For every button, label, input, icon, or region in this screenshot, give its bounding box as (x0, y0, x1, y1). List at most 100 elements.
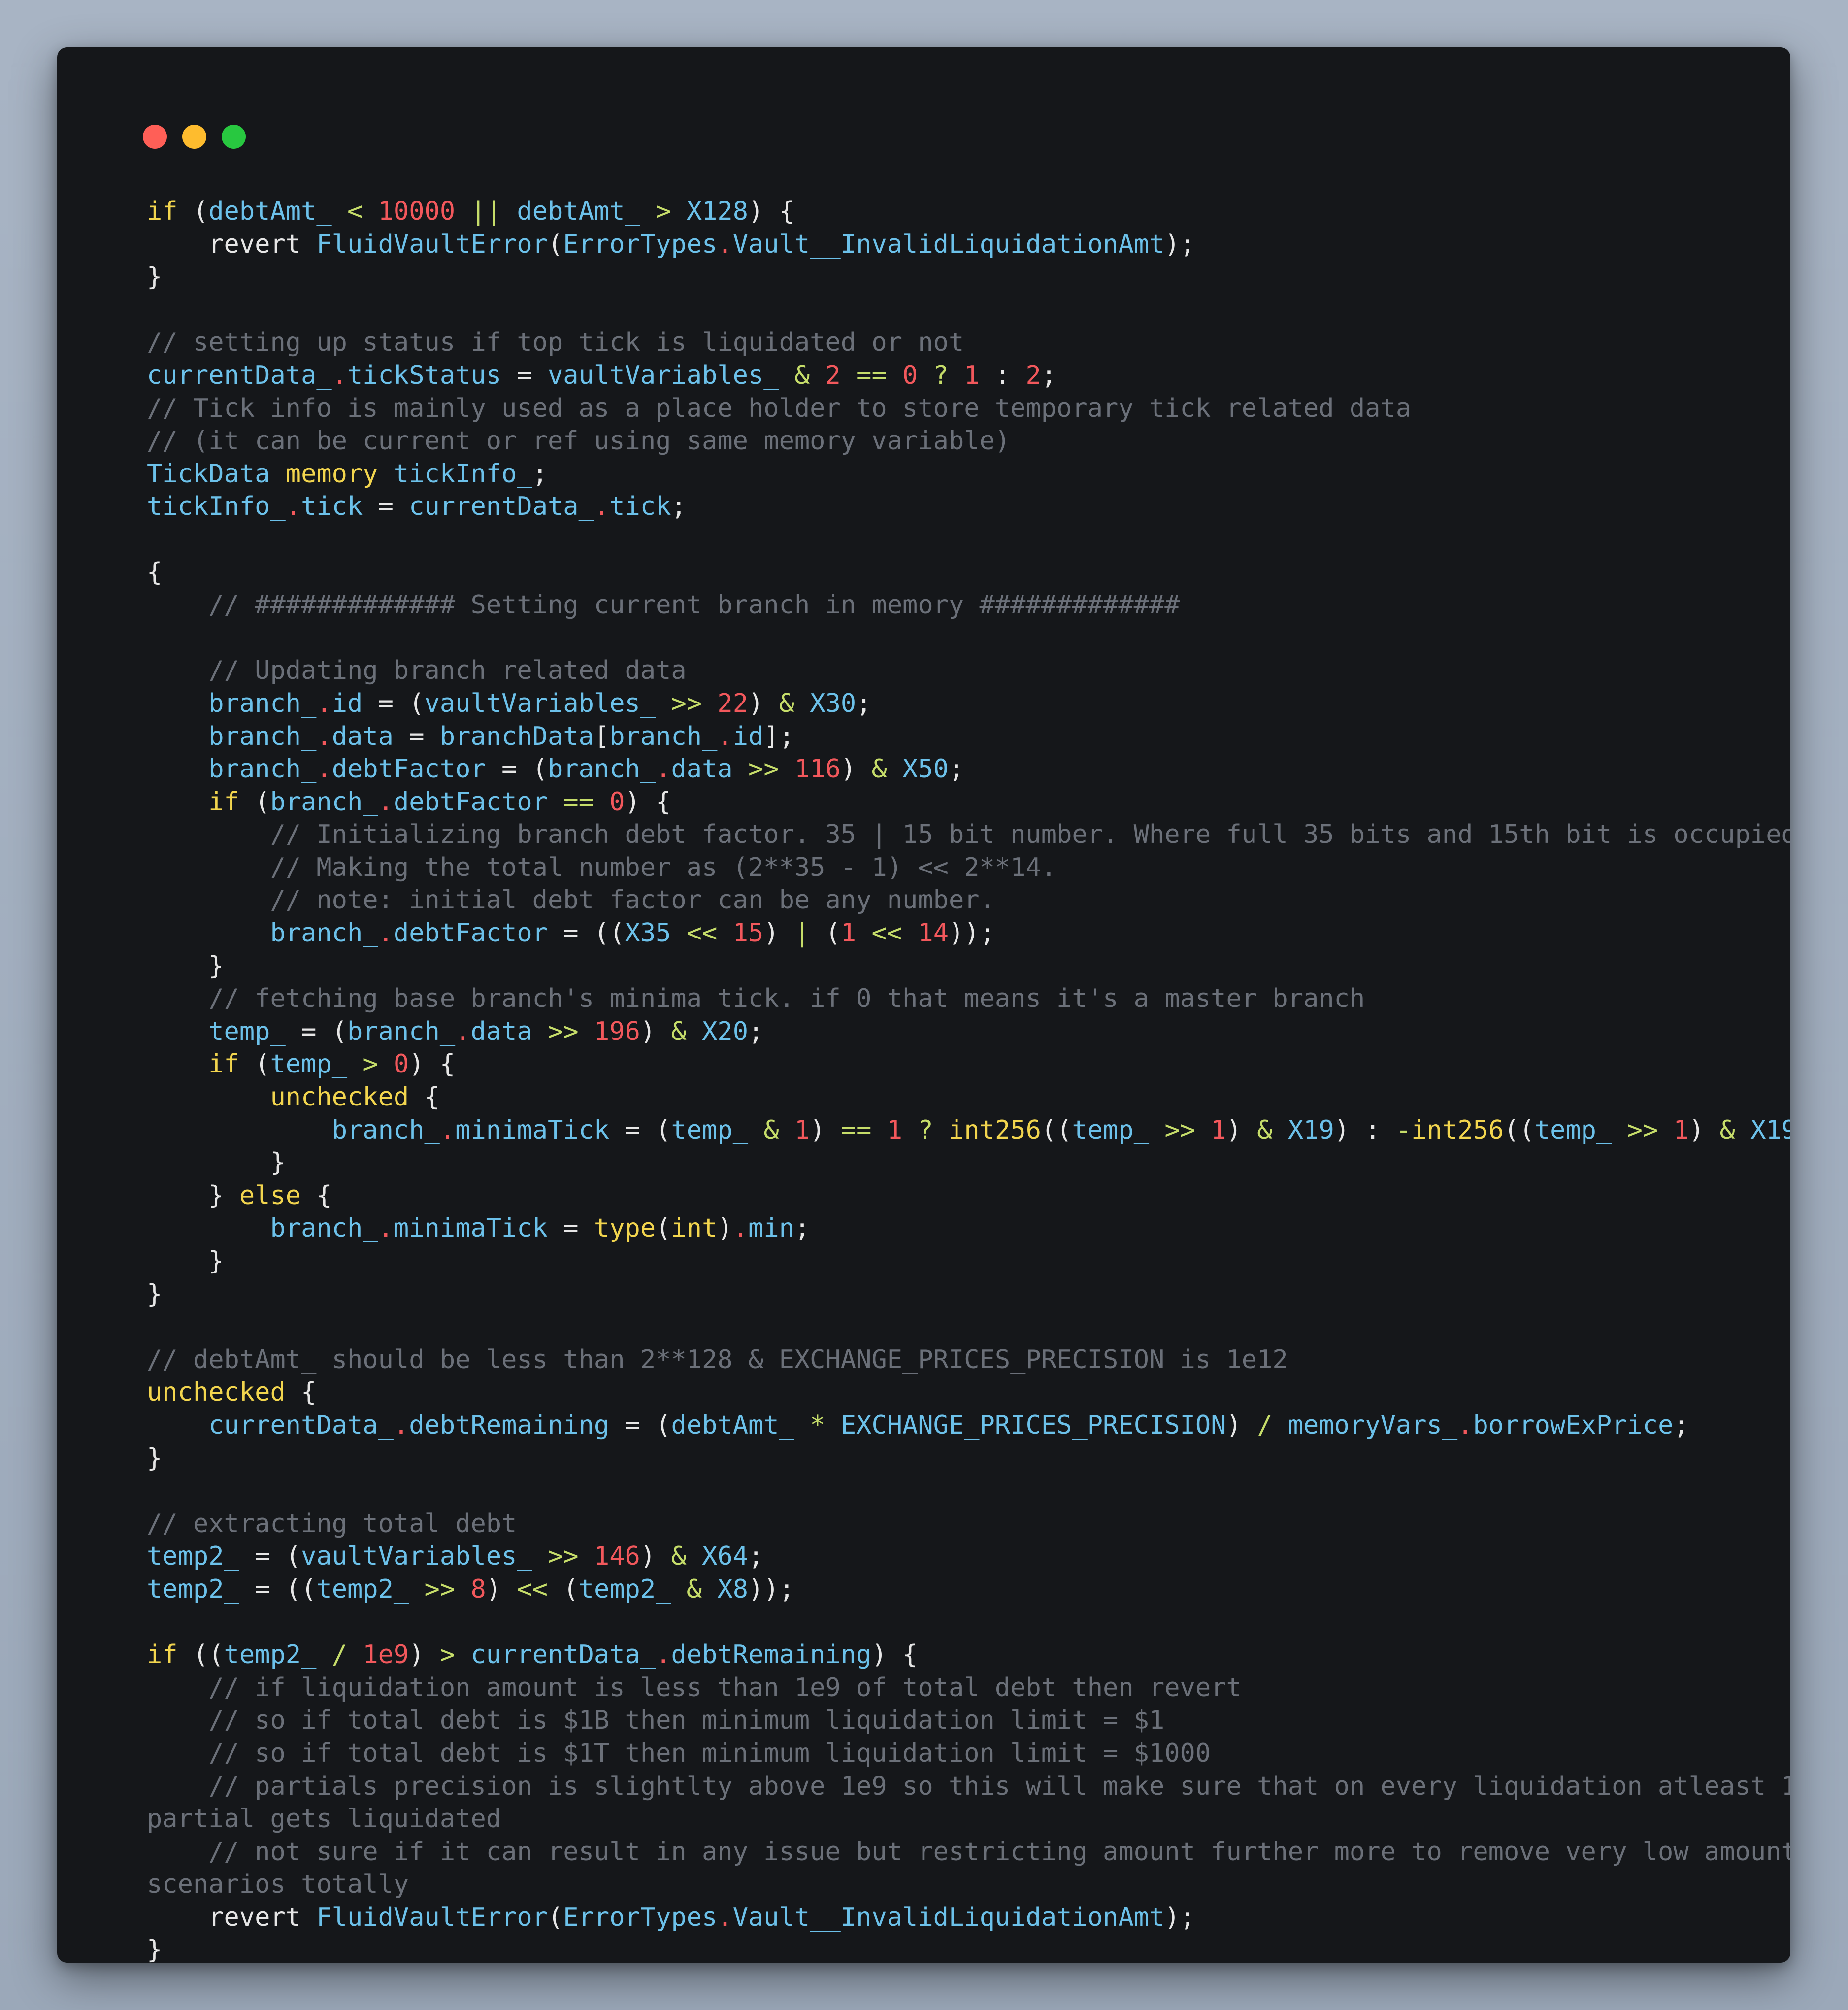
code-token: temp_ (1534, 1115, 1612, 1145)
code-token: == (548, 787, 610, 817)
code-token: currentData_ (409, 492, 594, 522)
code-token: & (779, 360, 825, 390)
code-token: . (1457, 1410, 1473, 1440)
code-line: branch_.debtFactor = (branch_.data >> 11… (147, 753, 1771, 786)
code-line: temp2_ = (vaultVariables_ >> 146) & X64; (147, 1540, 1771, 1573)
code-block: if (debtAmt_ < 10000 || debtAmt_ > X128)… (147, 195, 1790, 1963)
code-token: debtRemaining (409, 1410, 610, 1440)
code-token: 196 (594, 1016, 640, 1046)
code-token: ); (1164, 1902, 1195, 1932)
code-line: } (147, 1278, 1771, 1311)
code-token: debtAmt_ (208, 197, 332, 226)
code-token: // note: initial debt factor can be any … (147, 885, 995, 915)
code-token: ( (239, 1049, 270, 1079)
code-token: min (748, 1213, 794, 1243)
code-token: >> (1149, 1115, 1211, 1145)
code-token: branchData (439, 721, 594, 751)
code-line: // Making the total number as (2**35 - 1… (147, 851, 1771, 884)
code-token: tickInfo_ (147, 492, 286, 522)
code-token: minimaTick (455, 1115, 610, 1145)
code-line: tickInfo_.tick = currentData_.tick; (147, 490, 1771, 523)
code-token: 1 (794, 1115, 810, 1145)
code-line: // (it can be current or ref using same … (147, 425, 1771, 458)
code-token: if (147, 1640, 178, 1670)
code-token: & (656, 1541, 702, 1572)
minimize-window-button[interactable] (182, 125, 206, 149)
code-token: >> (532, 1541, 594, 1572)
code-line: // ############# Setting current branch … (147, 589, 1771, 622)
code-token: . (656, 1640, 671, 1670)
code-token: X50 (902, 754, 949, 784)
code-token: > (640, 197, 687, 226)
code-token: 1 (1673, 1115, 1689, 1145)
code-token: >> (656, 688, 718, 718)
code-token: // if liquidation amount is less than 1e… (147, 1673, 1242, 1703)
code-line: branch_.minimaTick = type(int).min; (147, 1212, 1771, 1245)
code-token: ) (840, 754, 857, 784)
code-token: branch_ (270, 1213, 378, 1243)
code-token: { (409, 1082, 440, 1112)
code-token: data (671, 754, 733, 784)
code-token: branch_ (208, 721, 317, 751)
code-token: X128 (686, 197, 749, 226)
code-line: // not sure if it can result in any issu… (147, 1836, 1790, 1869)
code-token: ( (563, 1574, 579, 1604)
close-window-button[interactable] (143, 125, 167, 149)
code-token: memoryVars_ (1287, 1410, 1458, 1440)
code-token: = ( (486, 754, 548, 784)
code-line: } (147, 1245, 1771, 1278)
code-token: branch_ (208, 688, 317, 718)
code-token: unchecked (147, 1377, 286, 1407)
code-line: unchecked { (147, 1376, 1771, 1409)
code-token: // so if total debt is $1B then minimum … (147, 1706, 1165, 1736)
code-token: 0 (393, 1049, 409, 1079)
code-token: << (501, 1574, 563, 1604)
code-token: TickData (147, 459, 270, 489)
code-line: } (147, 1146, 1771, 1179)
code-line: unchecked { (147, 1081, 1771, 1114)
code-token: debtAmt_ (671, 1410, 794, 1440)
code-token: == (825, 1115, 887, 1145)
code-token: (( (177, 1640, 224, 1670)
code-token: / (316, 1640, 363, 1670)
maximize-window-button[interactable] (222, 125, 246, 149)
code-token: int256 (1411, 1115, 1504, 1145)
code-token: 1 (1211, 1115, 1226, 1145)
code-token: branch_ (270, 787, 378, 817)
code-token: { (285, 1377, 317, 1407)
code-token: == (840, 360, 903, 390)
code-token: = (393, 721, 440, 751)
code-token: vaultVariables_ (548, 360, 779, 390)
code-token: 146 (594, 1541, 640, 1572)
code-token: // ############# Setting current branch … (147, 590, 1180, 620)
code-token: ) (409, 1640, 425, 1670)
code-token: X35 (625, 918, 671, 948)
code-token: . (717, 1902, 733, 1932)
code-token: temp_ (270, 1049, 348, 1079)
code-token: tick (609, 492, 671, 522)
code-token: / (1241, 1410, 1288, 1440)
code-token: data (331, 721, 394, 751)
code-token: ) (486, 1574, 502, 1604)
code-token: if (147, 197, 178, 226)
code-token: borrowExPrice (1473, 1410, 1674, 1440)
code-token: . (717, 229, 733, 259)
code-token: 2 (825, 360, 841, 390)
code-token: currentData_ (147, 360, 332, 390)
code-token: || (455, 197, 517, 226)
code-token: ) (640, 1541, 656, 1572)
code-token: unchecked (270, 1082, 409, 1112)
code-token: X30 (810, 688, 857, 718)
code-token: 0 (609, 787, 625, 817)
code-token: // setting up status if top tick is liqu… (147, 328, 964, 358)
code-token: } (147, 951, 224, 981)
code-token: (( (1504, 1115, 1535, 1145)
code-token: id (331, 688, 363, 718)
code-token: ; (671, 492, 687, 522)
code-token: . (732, 1213, 749, 1243)
code-token: if (208, 787, 239, 817)
